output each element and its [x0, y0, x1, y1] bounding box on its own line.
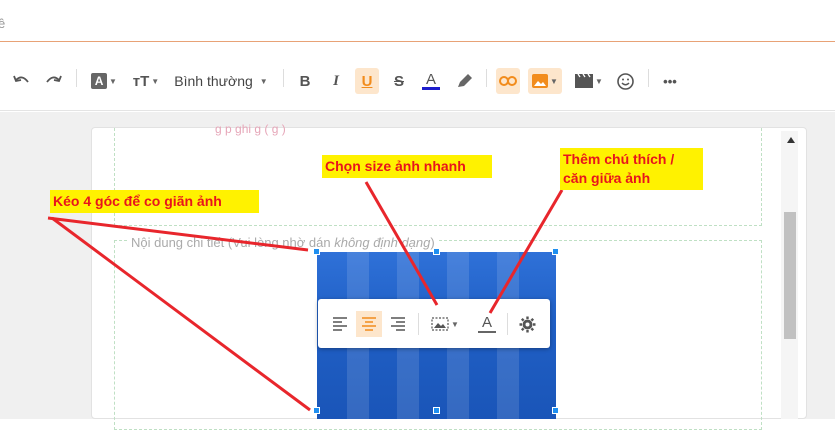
highlighter-icon [458, 74, 472, 87]
undo-button[interactable] [10, 68, 34, 94]
content-label-hint-italic: không định dạng [334, 235, 431, 250]
text-highlight-icon: A [91, 73, 108, 89]
toolbar-separator [283, 69, 284, 87]
caption-button[interactable]: A [475, 311, 499, 337]
content-field-label: Nội dung chi tiết (Vui lòng nhờ dán khôn… [129, 235, 437, 250]
align-right-button[interactable] [386, 311, 410, 337]
bold-icon: B [299, 72, 311, 90]
align-left-button[interactable] [328, 311, 352, 337]
bold-button[interactable]: B [295, 68, 315, 94]
resize-handle-top-left[interactable] [313, 248, 320, 255]
image-toolbar: ▼ A [318, 299, 550, 348]
redo-icon [46, 75, 62, 83]
font-color-icon: A [425, 71, 436, 88]
top-bar: ề [0, 0, 835, 42]
chevron-down-icon: ▼ [109, 76, 117, 86]
image-size-icon [431, 317, 449, 331]
scroll-up-arrow-icon[interactable] [787, 137, 795, 143]
font-color-button[interactable]: A [420, 68, 442, 94]
callout-caption-line1: Thêm chú thích / [563, 151, 675, 167]
chevron-down-icon: ▼ [550, 76, 558, 86]
image-toolbar-separator [507, 313, 508, 335]
scrollbar-thumb[interactable] [784, 212, 796, 339]
text-highlight-button[interactable]: A ▼ [88, 68, 120, 94]
breadcrumb: ề [0, 16, 6, 31]
caption-icon-bar [478, 331, 496, 333]
align-left-icon [333, 317, 347, 331]
undo-icon [13, 75, 29, 83]
align-right-icon [391, 317, 405, 331]
chevron-down-icon: ▼ [595, 76, 603, 86]
chevron-down-icon: ▼ [259, 76, 268, 86]
font-size-icon: тT [132, 72, 150, 90]
italic-button[interactable]: I [326, 68, 346, 94]
chevron-down-icon: ▼ [451, 319, 459, 329]
video-icon [575, 74, 594, 88]
redo-button[interactable] [41, 68, 65, 94]
font-size-button[interactable]: тT ▼ [130, 68, 162, 94]
gear-icon [519, 316, 535, 332]
paragraph-style-value: Bình thường [174, 73, 253, 89]
strikethrough-icon: S [393, 72, 404, 90]
summary-field-text: g p ghi g ( g ) [215, 122, 286, 136]
callout-caption-line2: căn giữa ảnh [563, 170, 651, 186]
resize-handle-bottom[interactable] [433, 407, 440, 414]
callout-resize: Kéo 4 góc để co giãn ảnh [50, 190, 259, 213]
strikethrough-button[interactable]: S [389, 68, 409, 94]
toolbar-separator [76, 69, 77, 87]
underline-icon: U [361, 72, 373, 90]
content-label-text: Nội dung chi tiết [131, 235, 225, 250]
toolbar-separator [648, 69, 649, 87]
italic-icon: I [333, 72, 339, 89]
underline-button[interactable]: U [355, 68, 379, 94]
editor-toolbar: A ▼ тT ▼ Bình thường ▼ B I U S A ▼ ▼ ••• [0, 43, 835, 111]
insert-image-button[interactable]: ▼ [528, 68, 562, 94]
image-settings-button[interactable] [515, 311, 539, 337]
callout-caption: Thêm chú thích / căn giữa ảnh [560, 148, 703, 190]
align-center-icon [362, 317, 376, 331]
resize-handle-bottom-left[interactable] [313, 407, 320, 414]
chevron-down-icon: ▼ [151, 76, 160, 86]
align-center-button[interactable] [356, 311, 382, 337]
resize-handle-bottom-right[interactable] [552, 407, 559, 414]
callout-image-size: Chọn size ảnh nhanh [322, 155, 492, 178]
more-icon: ••• [663, 73, 677, 89]
emoji-button[interactable] [613, 68, 637, 94]
image-size-button[interactable]: ▼ [426, 311, 464, 337]
image-toolbar-separator [418, 313, 419, 335]
caption-icon: A [481, 314, 492, 331]
toolbar-separator [486, 69, 487, 87]
resize-handle-top-right[interactable] [552, 248, 559, 255]
paragraph-style-select[interactable]: Bình thường ▼ [172, 68, 270, 94]
link-button[interactable] [496, 68, 520, 94]
resize-handle-top[interactable] [433, 248, 440, 255]
highlighter-button[interactable] [452, 68, 476, 94]
more-button[interactable]: ••• [660, 68, 680, 94]
font-color-bar [422, 87, 440, 90]
image-icon [532, 74, 549, 88]
smiley-icon [616, 72, 634, 90]
link-icon [499, 76, 517, 86]
insert-video-button[interactable]: ▼ [574, 68, 604, 94]
